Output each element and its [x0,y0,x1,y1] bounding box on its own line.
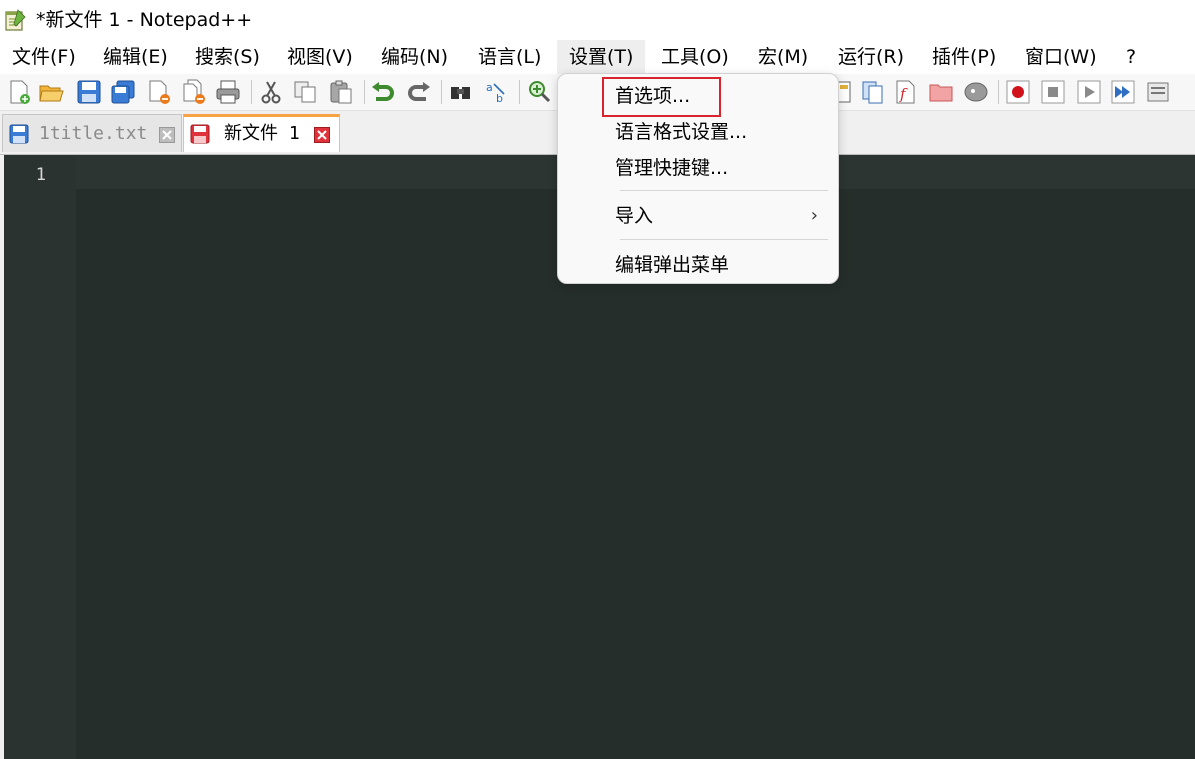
menu-edit[interactable]: 编辑(E) [91,40,180,74]
toolbar-separator [441,80,442,104]
toolbar-separator [998,80,999,104]
run-macro-multiple-icon[interactable] [1110,79,1136,105]
tab-1title-txt[interactable]: 1title.txt [2,114,182,152]
copy-icon[interactable] [292,79,318,105]
menu-item-label: 导入 [615,205,654,227]
toolbar-separator [251,80,252,104]
folder-as-workspace-icon[interactable] [928,79,954,105]
notepadplusplus-app-icon [5,9,26,31]
paste-icon[interactable] [328,79,354,105]
chevron-right-icon: › [810,205,818,226]
menu-run[interactable]: 运行(R) [826,40,916,74]
menu-item-edit-popup-menu[interactable]: 编辑弹出菜单 [558,248,838,282]
zoom-in-icon[interactable] [527,79,553,105]
menu-item-shortcut-mapper[interactable]: 管理快捷键... [558,151,838,185]
close-file-icon[interactable] [146,79,172,105]
svg-text:b: b [496,92,503,105]
toolbar-separator [519,80,520,104]
save-all-icon[interactable] [110,79,136,105]
menu-bar: 文件(F) 编辑(E) 搜索(S) 视图(V) 编码(N) 语言(L) 设置(T… [0,40,1195,74]
stop-recording-icon[interactable] [1040,79,1066,105]
menu-item-label: 管理快捷键... [615,157,729,179]
record-macro-icon[interactable] [1005,79,1031,105]
window-title: *新文件 1 - Notepad++ [36,9,253,31]
menu-item-import[interactable]: 导入 › [558,199,838,233]
find-icon[interactable] [448,79,474,105]
cut-icon[interactable] [258,79,284,105]
menu-macro[interactable]: 宏(M) [746,40,820,74]
print-icon[interactable] [215,79,241,105]
title-bar: *新文件 1 - Notepad++ [0,0,1195,40]
svg-text:a: a [486,81,493,94]
save-macro-icon[interactable] [1146,79,1172,105]
menu-encoding[interactable]: 编码(N) [369,40,460,74]
toolbar-separator [364,80,365,104]
menu-plugins[interactable]: 插件(P) [920,40,1008,74]
new-file-icon[interactable] [6,79,32,105]
close-icon[interactable] [314,127,330,143]
open-file-icon[interactable] [38,79,64,105]
menu-help[interactable]: ? [1114,40,1148,74]
line-number-gutter: 1 [4,155,76,759]
function-list-icon[interactable]: f [893,79,919,105]
save-icon [9,124,29,144]
close-all-icon[interactable] [181,79,207,105]
menu-view[interactable]: 视图(V) [275,40,365,74]
tab-label: 新文件 1 [224,123,300,144]
menu-item-label: 编辑弹出菜单 [615,254,730,276]
menu-settings[interactable]: 设置(T) [557,40,646,74]
tab-new-file-1[interactable]: 新文件 1 [183,114,340,152]
replace-icon[interactable]: a b [484,79,510,105]
menu-separator [620,190,828,191]
menu-separator [620,239,828,240]
menu-item-style-configurator[interactable]: 语言格式设置... [558,115,838,149]
document-list-icon[interactable] [860,79,886,105]
monitoring-icon[interactable] [963,79,989,105]
close-icon[interactable] [159,127,175,143]
settings-dropdown-menu: 首选项... 语言格式设置... 管理快捷键... 导入 › 编辑弹出菜单 [557,73,839,284]
playback-macro-icon[interactable] [1076,79,1102,105]
tab-label: 1title.txt [39,123,148,144]
menu-window[interactable]: 窗口(W) [1013,40,1109,74]
redo-icon[interactable] [406,79,432,105]
undo-icon[interactable] [370,79,396,105]
highlight-annotation-box [602,77,721,117]
menu-file[interactable]: 文件(F) [0,40,88,74]
unsaved-file-icon [190,124,210,144]
menu-language[interactable]: 语言(L) [466,40,553,74]
line-number: 1 [35,165,46,185]
save-icon[interactable] [76,79,102,105]
menu-search[interactable]: 搜索(S) [183,40,272,74]
menu-tools[interactable]: 工具(O) [649,40,741,74]
menu-item-label: 语言格式设置... [615,121,748,143]
